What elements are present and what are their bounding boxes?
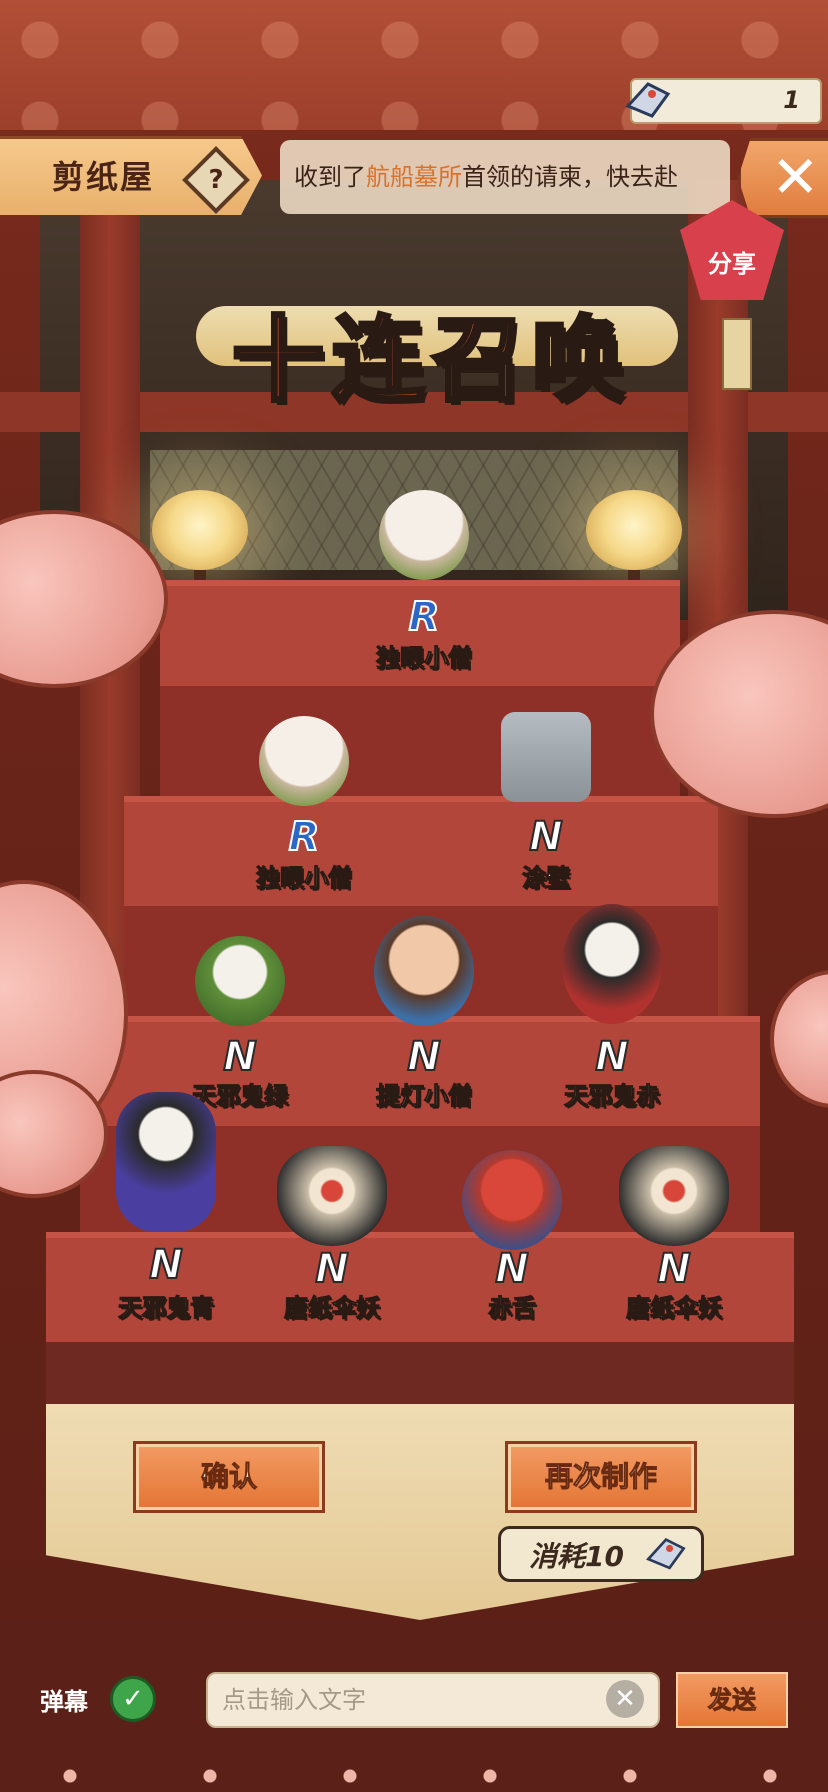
character-name: 提灯小僧 bbox=[376, 1082, 473, 1111]
question-icon: ? bbox=[208, 165, 224, 195]
check-icon: ✓ bbox=[122, 1684, 144, 1714]
cherry-blossom-cloud-right-low bbox=[770, 970, 828, 1108]
character-portrait bbox=[619, 1146, 729, 1246]
character-name: 天邪鬼赤 bbox=[564, 1082, 661, 1111]
character-portrait bbox=[259, 716, 349, 806]
rarity-badge: N bbox=[528, 813, 564, 861]
character-name: 独眼小僧 bbox=[256, 864, 353, 893]
summon-card-7[interactable]: N 天邪鬼青 bbox=[106, 1092, 226, 1332]
share-tag-ornament bbox=[722, 318, 752, 390]
character-name: 赤舌 bbox=[488, 1294, 537, 1323]
button-panel bbox=[46, 1404, 794, 1620]
character-name: 涂壁 bbox=[522, 864, 571, 893]
summon-card-5[interactable]: N 提灯小僧 bbox=[364, 916, 484, 1120]
character-name: 天邪鬼青 bbox=[118, 1294, 215, 1323]
notice-prefix: 收到了 bbox=[294, 163, 366, 191]
right-lantern bbox=[586, 490, 682, 630]
notice-suffix: 首领的请柬，快去赴 bbox=[462, 163, 678, 191]
rarity-badge: N bbox=[314, 1245, 350, 1293]
rarity-badge: N bbox=[148, 1241, 184, 1289]
danmaku-toggle[interactable]: ✓ bbox=[110, 1676, 156, 1722]
character-portrait bbox=[195, 936, 285, 1026]
stair-tier-2 bbox=[124, 796, 718, 912]
close-icon: ✕ bbox=[771, 143, 820, 211]
share-label: 分享 bbox=[708, 250, 756, 278]
bottom-pattern bbox=[0, 1760, 828, 1792]
character-portrait bbox=[277, 1146, 387, 1246]
danmaku-label: 弹幕 bbox=[40, 1688, 88, 1716]
page-title: 剪纸屋 bbox=[52, 158, 155, 196]
confirm-button[interactable]: 确认 bbox=[136, 1444, 322, 1510]
summon-card-10[interactable]: N 唐纸伞妖 bbox=[614, 1146, 734, 1332]
rarity-badge: N bbox=[406, 1033, 442, 1081]
summon-card-6[interactable]: N 天邪鬼赤 bbox=[552, 904, 672, 1120]
rarity-badge: R bbox=[288, 813, 321, 861]
character-name: 唐纸伞妖 bbox=[626, 1294, 723, 1323]
summon-title: 十连召唤 bbox=[230, 304, 633, 416]
danmaku-input[interactable] bbox=[208, 1674, 604, 1726]
stair-base bbox=[46, 1342, 794, 1404]
rarity-badge: N bbox=[494, 1245, 530, 1293]
notice-highlight: 航船墓所 bbox=[366, 163, 462, 191]
character-name: 独眼小僧 bbox=[376, 644, 473, 673]
summon-card-9[interactable]: N 赤舌 bbox=[452, 1150, 572, 1332]
clear-input-button[interactable]: ✕ bbox=[606, 1680, 644, 1718]
character-portrait bbox=[374, 916, 474, 1026]
send-button[interactable]: 发送 bbox=[676, 1672, 788, 1728]
summon-card-1[interactable]: R 独眼小僧 bbox=[364, 490, 484, 673]
rarity-badge: N bbox=[656, 1245, 692, 1293]
summon-result-screen: 剪纸屋 ? 收到了航船墓所首领的请柬，快去赴 ✕ 1 分享 十连召唤 R 独眼小… bbox=[0, 0, 828, 1792]
rarity-badge: N bbox=[222, 1033, 258, 1081]
character-portrait bbox=[462, 1150, 562, 1250]
danmaku-input-box bbox=[206, 1672, 660, 1728]
make-again-button[interactable]: 再次制作 bbox=[508, 1444, 694, 1510]
rarity-badge: R bbox=[408, 593, 441, 641]
cost-label: 消耗10 bbox=[529, 1540, 624, 1573]
character-portrait bbox=[501, 712, 591, 802]
clear-icon: ✕ bbox=[614, 1684, 636, 1714]
close-button[interactable]: ✕ bbox=[738, 138, 828, 218]
character-portrait bbox=[562, 904, 662, 1024]
summon-card-2[interactable]: R 独眼小僧 bbox=[244, 716, 364, 896]
ticket-count: 1 bbox=[783, 86, 800, 114]
summon-card-3[interactable]: N 涂壁 bbox=[486, 712, 606, 896]
rarity-badge: N bbox=[594, 1033, 630, 1081]
paper-charm-icon bbox=[625, 82, 671, 118]
character-portrait bbox=[116, 1092, 216, 1232]
character-portrait bbox=[379, 490, 469, 580]
character-name: 唐纸伞妖 bbox=[284, 1294, 381, 1323]
cost-indicator: 消耗10 bbox=[498, 1526, 704, 1582]
left-lantern bbox=[152, 490, 248, 630]
paper-charm-icon bbox=[646, 1537, 686, 1570]
summon-card-8[interactable]: N 唐纸伞妖 bbox=[272, 1146, 392, 1332]
notice-marquee: 收到了航船墓所首领的请柬，快去赴 bbox=[280, 140, 730, 214]
